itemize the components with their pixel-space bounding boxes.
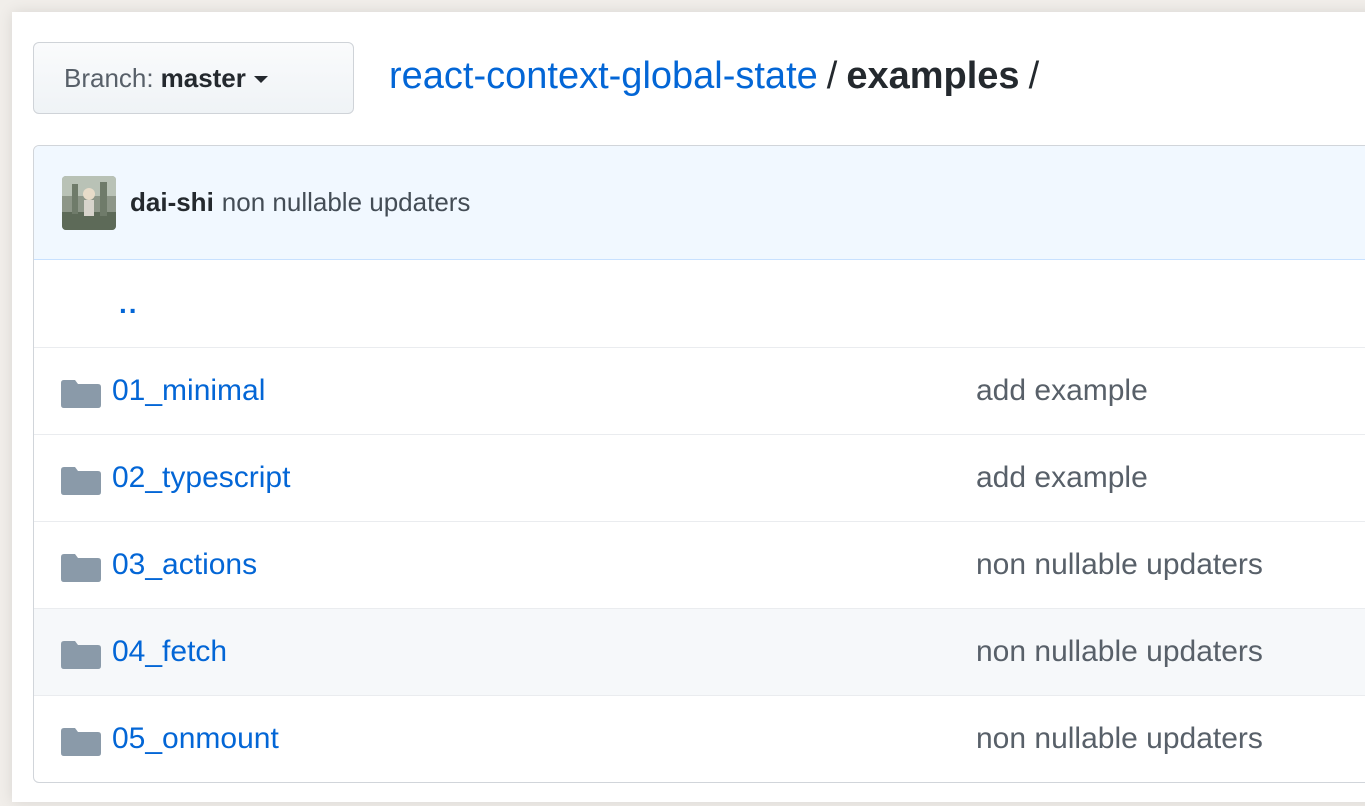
- folder-commit-message[interactable]: non nullable updaters: [976, 548, 1263, 582]
- table-row[interactable]: 02_typescript add example: [34, 434, 1365, 521]
- parent-directory-link[interactable]: ..: [119, 288, 139, 320]
- caret-down-icon: [253, 76, 268, 83]
- avatar[interactable]: [62, 175, 116, 230]
- branch-name: master: [160, 62, 246, 93]
- latest-commit-bar: dai-shi non nullable updaters: [34, 146, 1365, 260]
- folder-icon: [61, 380, 101, 408]
- file-list: dai-shi non nullable updaters .. 01_mini…: [33, 145, 1365, 783]
- breadcrumb-separator: /: [826, 55, 838, 97]
- folder-icon: [61, 467, 101, 495]
- breadcrumb-repo-link[interactable]: react-context-global-state: [389, 55, 818, 97]
- folder-name-link[interactable]: 05_onmount: [112, 722, 279, 756]
- breadcrumb: react-context-global-state / examples /: [389, 55, 1048, 98]
- table-row[interactable]: 01_minimal add example: [34, 347, 1365, 434]
- file-browser-card: Branch: master react-context-global-stat…: [12, 12, 1365, 802]
- commit-author-link[interactable]: dai-shi: [130, 187, 214, 218]
- table-row[interactable]: 05_onmount non nullable updaters: [34, 695, 1365, 782]
- folder-name-link[interactable]: 04_fetch: [112, 635, 227, 669]
- breadcrumb-current: examples: [846, 55, 1020, 97]
- folder-name-link[interactable]: 02_typescript: [112, 461, 290, 495]
- branch-select-button[interactable]: Branch: master: [33, 42, 354, 114]
- folder-commit-message[interactable]: add example: [976, 374, 1148, 408]
- folder-icon: [61, 728, 101, 756]
- folder-icon: [61, 641, 101, 669]
- commit-message[interactable]: non nullable updaters: [222, 187, 471, 218]
- breadcrumb-trailing-separator: /: [1028, 55, 1040, 97]
- folder-icon: [61, 554, 101, 582]
- folder-name-link[interactable]: 01_minimal: [112, 374, 265, 408]
- folder-name-link[interactable]: 03_actions: [112, 548, 257, 582]
- folder-commit-message[interactable]: non nullable updaters: [976, 722, 1263, 756]
- table-row[interactable]: 03_actions non nullable updaters: [34, 521, 1365, 608]
- folder-commit-message[interactable]: add example: [976, 461, 1148, 495]
- table-row[interactable]: 04_fetch non nullable updaters: [34, 608, 1365, 695]
- folder-commit-message[interactable]: non nullable updaters: [976, 635, 1263, 669]
- branch-prefix-label: Branch:: [64, 62, 154, 93]
- parent-directory-row[interactable]: ..: [34, 260, 1365, 347]
